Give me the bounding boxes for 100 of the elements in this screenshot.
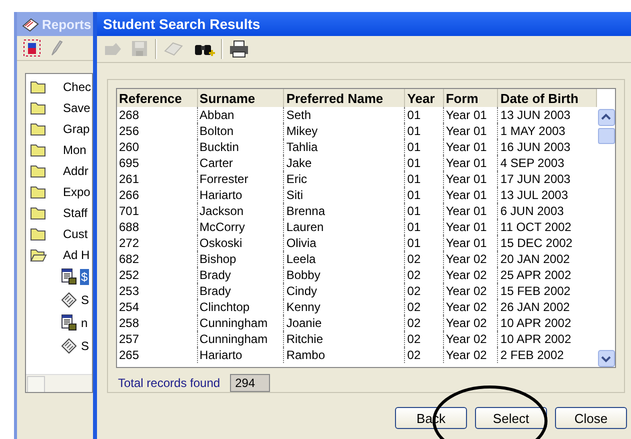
table-cell: 01: [404, 139, 444, 155]
column-header[interactable]: Date of Birth: [498, 89, 597, 107]
tree-item[interactable]: Grap: [62, 120, 91, 136]
table-cell: Kenny: [284, 299, 405, 315]
table-cell: 2 FEB 2002: [498, 347, 597, 363]
table-cell: Year 02: [443, 267, 498, 283]
table-cell: Seth: [284, 107, 405, 123]
table-cell: 01: [404, 203, 444, 219]
table-cell: 257: [117, 331, 198, 347]
printer-icon[interactable]: [229, 40, 249, 58]
table-cell: McCorry: [197, 219, 284, 235]
total-label: Total records found: [118, 376, 220, 390]
dialog-button[interactable]: Select: [475, 407, 547, 429]
column-header[interactable]: Form: [443, 89, 498, 107]
table-cell: Cunningham: [197, 315, 284, 331]
table-cell: 11 OCT 2002: [498, 219, 597, 235]
table-cell: 02: [404, 331, 444, 347]
table-cell: 253: [117, 283, 198, 299]
scroll-thumb[interactable]: [598, 128, 615, 144]
scroll-left-button[interactable]: [27, 376, 45, 392]
tree-item[interactable]: Mon: [62, 142, 88, 158]
pencil-icon[interactable]: [49, 39, 63, 57]
table-cell: 256: [117, 123, 198, 139]
table-cell: Ritchie: [284, 331, 405, 347]
table-cell: 13 JUL 2003: [498, 187, 597, 203]
table-cell: 1 MAY 2003: [498, 123, 597, 139]
tree-item[interactable]: $: [80, 268, 89, 284]
table-cell: Rambo: [284, 347, 405, 363]
table-cell: 688: [117, 219, 198, 235]
report-icon: [60, 268, 78, 285]
table-cell: Year 02: [443, 347, 498, 363]
dialog-title: Student Search Results: [103, 16, 260, 32]
table-cell: Jackson: [197, 203, 284, 219]
table-cell: Year 01: [443, 235, 498, 251]
table-cell: 10 APR 2002: [498, 331, 597, 347]
table-cell: 02: [404, 347, 444, 363]
tree-item[interactable]: Staff: [62, 204, 88, 220]
table-cell: 25 APR 2002: [498, 267, 597, 283]
table-cell: Oskoski: [197, 235, 284, 251]
table-cell: 01: [404, 219, 444, 235]
table-cell: Bobby: [284, 267, 405, 283]
table-cell: 10 APR 2002: [498, 315, 597, 331]
column-header[interactable]: Reference: [117, 89, 198, 107]
table-cell: Brady: [197, 283, 284, 299]
table-cell: Year 01: [443, 219, 498, 235]
table-cell: 261: [117, 171, 198, 187]
table-cell: Brenna: [284, 203, 405, 219]
table-cell: Year 01: [443, 107, 498, 123]
table-cell: 695: [117, 155, 198, 171]
table-cell: Cunningham: [197, 331, 284, 347]
table-cell: 15 DEC 2002: [498, 235, 597, 251]
table-cell: Year 01: [443, 171, 498, 187]
tree-item[interactable]: Addr: [62, 162, 90, 178]
table-cell: Year 01: [443, 155, 498, 171]
table-cell: Year 01: [443, 187, 498, 203]
scrollbar[interactable]: [26, 374, 92, 392]
tree-item[interactable]: Chec: [62, 78, 92, 94]
table-cell: Eric: [284, 171, 405, 187]
tree-item[interactable]: Cust: [62, 226, 89, 242]
dialog-button[interactable]: Close: [555, 407, 627, 429]
table-cell: 252: [117, 267, 198, 283]
table-cell: Jake: [284, 155, 405, 171]
window-title: Reports: [42, 16, 92, 32]
table-cell: Year 02: [443, 315, 498, 331]
table-cell: 26 JAN 2002: [498, 299, 597, 315]
table-cell: 258: [117, 315, 198, 331]
table-cell: 17 JUN 2003: [498, 171, 597, 187]
table-cell: 254: [117, 299, 198, 315]
column-header[interactable]: Year: [404, 89, 444, 107]
tree-item[interactable]: S: [80, 338, 90, 354]
tree-item[interactable]: Save: [62, 100, 92, 116]
table-cell: Brady: [197, 267, 284, 283]
table-cell: 272: [117, 235, 198, 251]
scroll-up-button[interactable]: [598, 109, 615, 126]
table-cell: Hariarto: [197, 187, 284, 203]
table-cell: Year 01: [443, 139, 498, 155]
query-icon: [60, 337, 78, 354]
table-cell: Abban: [197, 107, 284, 123]
tree-item[interactable]: Expo: [62, 184, 92, 200]
table-cell: 02: [404, 283, 444, 299]
table-cell: Forrester: [197, 171, 284, 187]
table-cell: Cindy: [284, 283, 405, 299]
table-cell: 02: [404, 251, 444, 267]
table-cell: Siti: [284, 187, 405, 203]
table-cell: Bucktin: [197, 139, 284, 155]
table-cell: Olivia: [284, 235, 405, 251]
tree-item[interactable]: Ad H: [62, 246, 91, 262]
table-cell: 02: [404, 315, 444, 331]
tree-item[interactable]: n: [80, 314, 89, 330]
scroll-down-button[interactable]: [598, 350, 615, 367]
table-cell: 01: [404, 107, 444, 123]
table-cell: Joanie: [284, 315, 405, 331]
table-cell: 4 SEP 2003: [498, 155, 597, 171]
table-cell: 20 JAN 2002: [498, 251, 597, 267]
column-header[interactable]: Surname: [197, 89, 284, 107]
tree-item[interactable]: S: [80, 292, 90, 308]
column-header[interactable]: Preferred Name: [284, 89, 405, 107]
table-cell: 01: [404, 123, 444, 139]
table-cell: 01: [404, 187, 444, 203]
table-cell: 701: [117, 203, 198, 219]
